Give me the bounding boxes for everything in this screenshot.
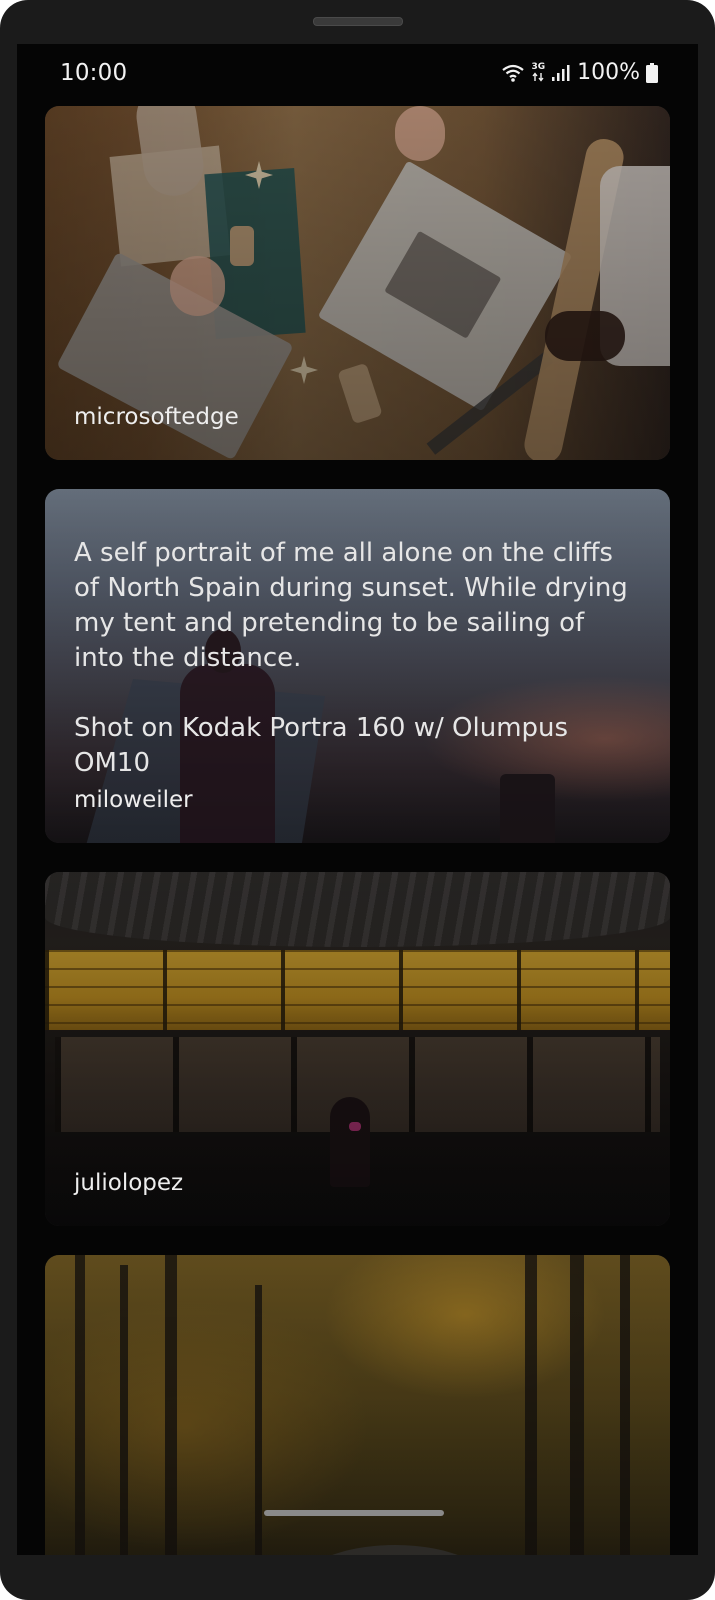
card-caption: juliolopez (74, 1170, 630, 1196)
app-screen: 10:00 3G 100% microsoftedge A self portr… (17, 44, 698, 1555)
wifi-icon (501, 63, 525, 83)
speaker-grille (313, 17, 403, 26)
card-caption: microsoftedge (74, 404, 630, 430)
network-arrows-icon (532, 72, 544, 82)
card-username: microsoftedge (74, 404, 239, 430)
photo-card[interactable]: juliolopez (45, 872, 670, 1226)
photo-card[interactable]: A self portrait of me all alone on the c… (45, 489, 670, 843)
battery-percent: 100% (577, 60, 640, 85)
card-description: A self portrait of me all alone on the c… (74, 538, 628, 778)
status-icons: 3G 100% (501, 60, 658, 85)
photo-card[interactable]: microsoftedge (45, 106, 670, 460)
card-username: juliolopez (74, 1170, 184, 1196)
card-caption: A self portrait of me all alone on the c… (74, 536, 630, 813)
signal-bars-icon (551, 64, 571, 82)
card-username: miloweiler (74, 787, 193, 813)
phone-frame: 10:00 3G 100% microsoftedge A self portr… (0, 0, 715, 1600)
photo-feed: microsoftedge A self portrait of me all … (45, 106, 670, 1555)
status-bar: 10:00 3G 100% (17, 44, 698, 104)
network-type-label: 3G (531, 62, 546, 72)
battery-icon (646, 62, 658, 83)
network-type: 3G (531, 63, 545, 82)
home-indicator[interactable] (264, 1510, 444, 1516)
status-time: 10:00 (60, 60, 128, 86)
